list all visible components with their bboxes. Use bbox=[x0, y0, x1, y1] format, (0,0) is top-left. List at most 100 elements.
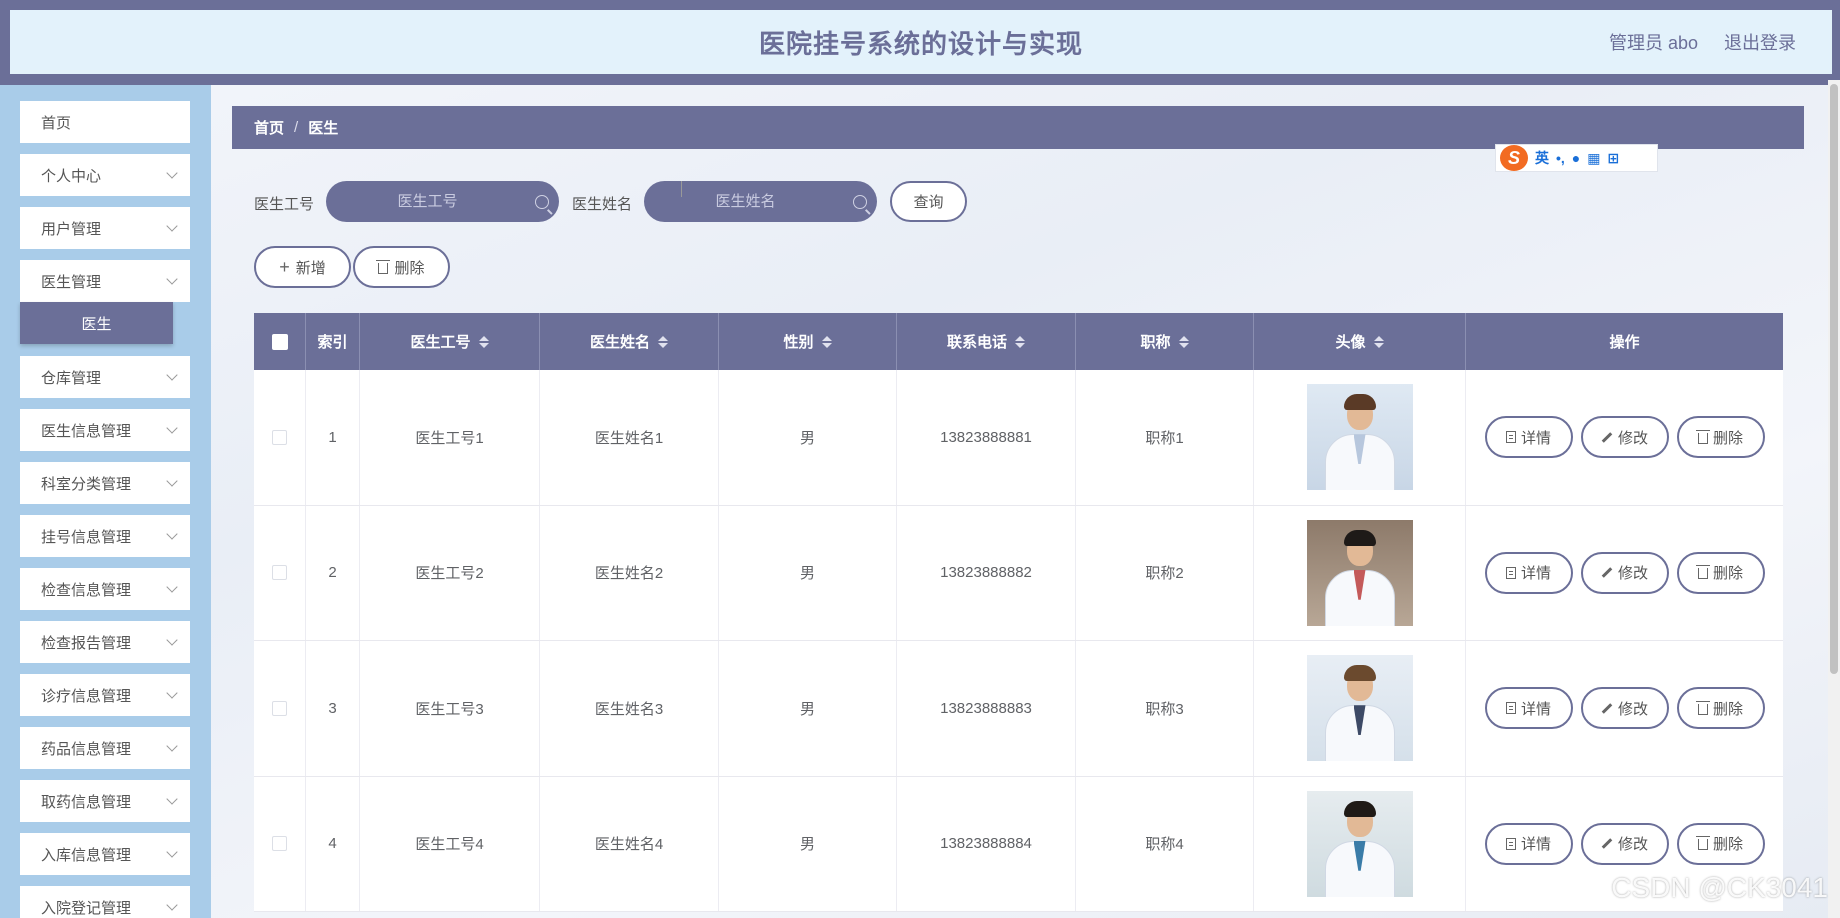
delete-label: 删除 bbox=[1712, 429, 1743, 447]
col-doctor-id[interactable]: 医生工号 bbox=[360, 313, 540, 370]
sidebar: 首页 个人中心 用户管理 医生管理 医生 仓库管理 医生信息管理 科室分类管理 … bbox=[0, 85, 211, 918]
sidebar-item-label: 挂号信息管理 bbox=[41, 528, 132, 546]
cell-index: 2 bbox=[306, 505, 360, 640]
col-gender[interactable]: 性别 bbox=[719, 313, 897, 370]
col-title[interactable]: 职称 bbox=[1076, 313, 1254, 370]
chevron-down-icon bbox=[166, 528, 178, 540]
doctor-avatar[interactable] bbox=[1306, 655, 1413, 762]
sort-icon[interactable] bbox=[1178, 335, 1189, 348]
sidebar-item-home[interactable]: 首页 bbox=[20, 101, 190, 143]
pencil-icon bbox=[1601, 431, 1613, 443]
delete-label: 删除 bbox=[1712, 700, 1743, 718]
delete-button[interactable]: 删除 bbox=[1676, 822, 1765, 865]
breadcrumb-home[interactable]: 首页 bbox=[254, 117, 284, 138]
edit-label: 修改 bbox=[1617, 565, 1648, 583]
pencil-icon bbox=[1601, 838, 1613, 850]
doctor-avatar[interactable] bbox=[1306, 384, 1413, 491]
delete-button[interactable]: 删除 bbox=[1676, 551, 1765, 594]
scrollbar-thumb[interactable] bbox=[1830, 84, 1838, 674]
detail-button[interactable]: 详情 bbox=[1484, 822, 1573, 865]
ime-punct-toggle[interactable]: •, bbox=[1556, 150, 1565, 166]
header-select-all[interactable] bbox=[254, 313, 306, 370]
sidebar-item-doctor-management[interactable]: 医生管理 bbox=[20, 260, 190, 302]
row-select-cell bbox=[254, 370, 306, 505]
sidebar-item-treatment[interactable]: 诊疗信息管理 bbox=[20, 674, 190, 716]
edit-button[interactable]: 修改 bbox=[1580, 687, 1669, 730]
trash-icon bbox=[1695, 565, 1710, 580]
logout-link[interactable]: 退出登录 bbox=[1724, 29, 1796, 55]
sidebar-item-stock-in[interactable]: 入库信息管理 bbox=[20, 833, 190, 875]
ime-lang-toggle[interactable]: 英 bbox=[1535, 148, 1549, 168]
cell-avatar bbox=[1254, 505, 1466, 640]
sidebar-item-examination[interactable]: 检查信息管理 bbox=[20, 568, 190, 610]
delete-button[interactable]: 删除 bbox=[1676, 416, 1765, 459]
detail-button[interactable]: 详情 bbox=[1484, 687, 1573, 730]
sidebar-item-registration[interactable]: 挂号信息管理 bbox=[20, 515, 190, 557]
delete-label: 删除 bbox=[1712, 565, 1743, 583]
sort-icon[interactable] bbox=[1373, 335, 1384, 348]
sort-icon[interactable] bbox=[821, 335, 832, 348]
col-doctor-name[interactable]: 医生姓名 bbox=[540, 313, 719, 370]
row-checkbox[interactable] bbox=[272, 429, 287, 445]
chevron-down-icon bbox=[166, 167, 178, 179]
document-icon bbox=[1505, 566, 1516, 579]
cell-doctor-name: 医生姓名2 bbox=[540, 505, 719, 640]
sidebar-item-department[interactable]: 科室分类管理 bbox=[20, 462, 190, 504]
delete-button[interactable]: 删除 bbox=[1676, 687, 1765, 730]
row-checkbox[interactable] bbox=[272, 565, 287, 581]
document-icon bbox=[1505, 702, 1516, 715]
sidebar-item-admission[interactable]: 入院登记管理 bbox=[20, 886, 190, 918]
sogou-logo-icon[interactable]: S bbox=[1500, 145, 1528, 171]
page-scrollbar[interactable] bbox=[1828, 80, 1840, 918]
sidebar-item-pickup[interactable]: 取药信息管理 bbox=[20, 780, 190, 822]
col-doctor-id-label: 医生工号 bbox=[410, 334, 471, 351]
detail-button[interactable]: 详情 bbox=[1484, 416, 1573, 459]
batch-delete-button[interactable]: 删除 bbox=[353, 246, 450, 288]
query-button[interactable]: 查询 bbox=[890, 181, 967, 222]
col-phone-label: 联系电话 bbox=[946, 334, 1007, 351]
doctor-name-search-input[interactable] bbox=[644, 181, 877, 222]
sidebar-item-personal-center[interactable]: 个人中心 bbox=[20, 154, 190, 196]
row-checkbox[interactable] bbox=[272, 836, 287, 852]
breadcrumb-separator: / bbox=[294, 119, 299, 136]
sidebar-item-doctor-info[interactable]: 医生信息管理 bbox=[20, 409, 190, 451]
edit-button[interactable]: 修改 bbox=[1580, 822, 1669, 865]
delete-button-label: 删除 bbox=[394, 259, 425, 277]
sort-icon[interactable] bbox=[658, 335, 668, 348]
admin-user-label[interactable]: 管理员 abo bbox=[1609, 29, 1698, 55]
col-phone[interactable]: 联系电话 bbox=[897, 313, 1076, 370]
sidebar-item-medicine[interactable]: 药品信息管理 bbox=[20, 727, 190, 769]
row-select-cell bbox=[254, 776, 306, 911]
sidebar-subitem-doctor[interactable]: 医生 bbox=[20, 302, 173, 344]
edit-button[interactable]: 修改 bbox=[1580, 416, 1669, 459]
cell-title: 职称2 bbox=[1076, 505, 1254, 640]
breadcrumb-current: 医生 bbox=[308, 120, 339, 137]
cell-index: 3 bbox=[306, 641, 360, 776]
add-button[interactable]: + 新增 bbox=[254, 246, 351, 288]
edit-label: 修改 bbox=[1617, 429, 1648, 447]
sidebar-item-warehouse[interactable]: 仓库管理 bbox=[20, 356, 190, 398]
sidebar-item-user-management[interactable]: 用户管理 bbox=[20, 207, 190, 249]
table-row: 2 医生工号2 医生姓名2 男 13823888882 职称2 详情 修改 删除 bbox=[254, 505, 1783, 641]
sidebar-item-label: 药品信息管理 bbox=[41, 740, 132, 758]
sort-icon[interactable] bbox=[478, 335, 489, 348]
cell-title: 职称3 bbox=[1076, 641, 1254, 776]
doctor-avatar[interactable] bbox=[1306, 790, 1413, 897]
sidebar-item-exam-report[interactable]: 检查报告管理 bbox=[20, 621, 190, 663]
cell-title: 职称1 bbox=[1076, 370, 1254, 505]
cell-avatar bbox=[1254, 370, 1466, 505]
sort-icon[interactable] bbox=[1015, 335, 1025, 348]
keyboard-icon[interactable]: ▦ bbox=[1587, 150, 1600, 167]
col-avatar[interactable]: 头像 bbox=[1254, 313, 1466, 370]
chevron-down-icon bbox=[166, 220, 178, 232]
pencil-icon bbox=[1601, 567, 1613, 579]
microphone-icon[interactable]: ● bbox=[1572, 150, 1580, 166]
edit-button[interactable]: 修改 bbox=[1580, 551, 1669, 594]
detail-button[interactable]: 详情 bbox=[1484, 551, 1573, 594]
doctor-avatar[interactable] bbox=[1306, 519, 1413, 626]
chevron-down-icon bbox=[166, 793, 178, 805]
doctor-id-search-input[interactable] bbox=[326, 181, 559, 222]
row-checkbox[interactable] bbox=[272, 700, 287, 716]
select-all-checkbox[interactable] bbox=[271, 333, 288, 350]
apps-grid-icon[interactable]: ⊞ bbox=[1608, 150, 1620, 167]
